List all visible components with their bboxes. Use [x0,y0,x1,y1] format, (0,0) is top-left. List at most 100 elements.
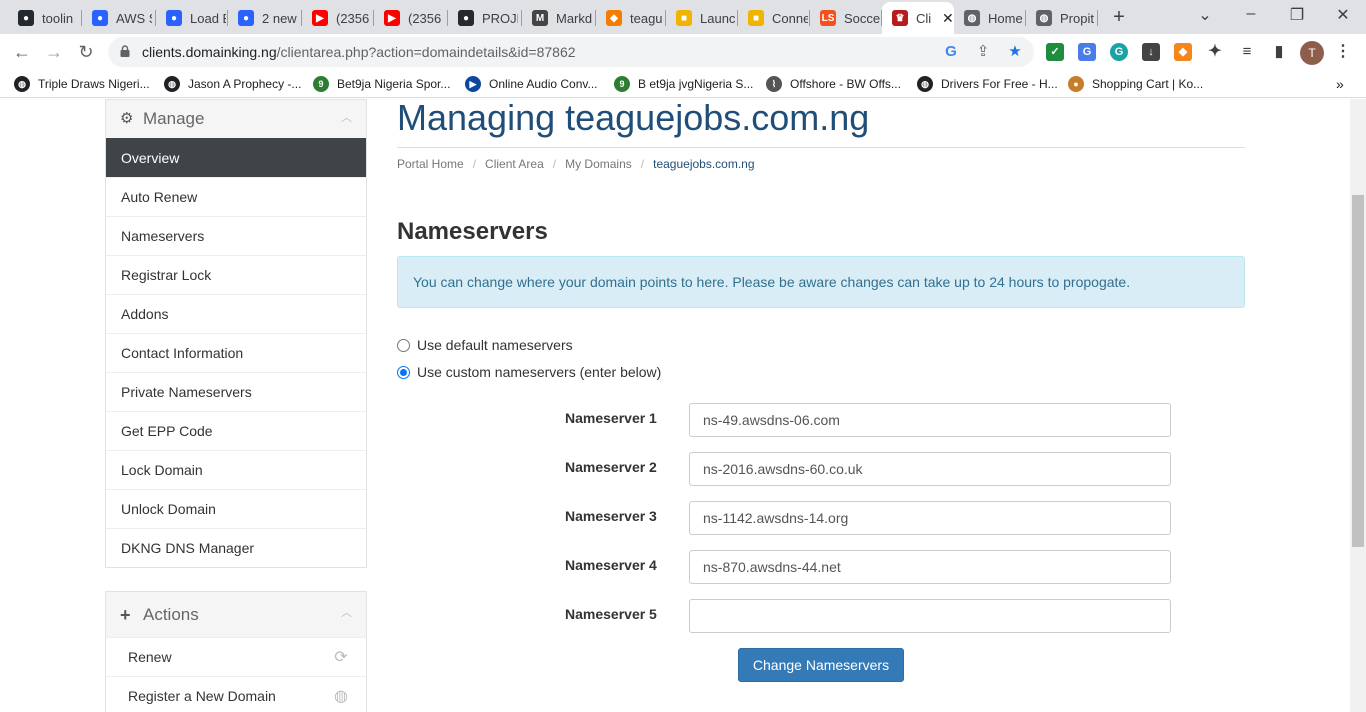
cube-icon: ◆ [606,10,622,26]
menu-kebab-icon[interactable]: ⋮ [1334,43,1352,61]
bookmark-item[interactable]: 9 B et9ja jvgNigeria S... [614,76,753,92]
lock-icon [120,45,130,57]
more-bookmarks-icon[interactable]: » [1336,76,1344,92]
sidebar-item-registrar-lock[interactable]: Registrar Lock [106,255,366,294]
share-icon[interactable]: ⇪ [974,43,992,61]
page-scrollbar[interactable] [1350,99,1366,712]
custom-nameservers-radio[interactable] [397,365,410,379]
change-nameservers-button[interactable]: Change Nameservers [738,648,904,682]
action-label: Renew [128,649,172,665]
chevron-up-icon[interactable]: ︿ [341,604,352,620]
browser-tab[interactable]: ♛ Cli ✕ [882,2,954,34]
tab-label: Propit [1060,10,1094,26]
google-translate-icon[interactable]: G [942,43,960,61]
minimize-icon[interactable]: – [1240,5,1262,23]
sidebar-item-auto-renew[interactable]: Auto Renew [106,177,366,216]
sidebar-item-lock-domain[interactable]: Lock Domain [106,450,366,489]
browser-tab[interactable]: M Markd [522,4,596,32]
custom-nameservers-option[interactable]: Use custom nameservers (enter below) [397,364,661,380]
breadcrumb-current: teaguejobs.com.ng [653,157,755,171]
browser-tab[interactable]: ◍ Home [954,4,1026,32]
ls-icon: LS [820,10,836,26]
browser-tab[interactable]: ▶ (2356 [374,4,448,32]
globe-icon: ◍ [917,76,933,92]
bookmark-label: Jason A Prophecy -... [188,77,302,91]
metamask-icon[interactable]: ◆ [1174,43,1192,61]
close-tab-icon[interactable]: ✕ [942,10,954,27]
bookmark-label: Bet9ja Nigeria Spor... [337,77,451,91]
tab-label: Markd [556,10,592,26]
action-item-register-a-new-domain[interactable]: Register a New Domain ◍ [106,676,366,712]
sidebar-item-overview[interactable]: Overview [106,138,366,177]
bookmark-item[interactable]: ▶ Online Audio Conv... [465,76,598,92]
sidebar-item-private-nameservers[interactable]: Private Nameservers [106,372,366,411]
nameserver-2-input[interactable] [689,452,1171,486]
nameserver-4-label: Nameserver 4 [565,557,657,573]
manage-panel-header[interactable]: ⚙ Manage ︿ [106,100,366,138]
back-icon[interactable]: ← [10,40,34,64]
sidebar-item-nameservers[interactable]: Nameservers [106,216,366,255]
grammar-extension-icon[interactable]: G [1110,43,1128,61]
default-nameservers-radio[interactable] [397,338,410,352]
breadcrumb-client-area[interactable]: Client Area [485,157,544,171]
side-panel-icon[interactable]: ▮ [1270,43,1288,61]
bookmark-item[interactable]: ⌇ Offshore - BW Offs... [766,76,901,92]
default-nameservers-label[interactable]: Use default nameservers [417,337,573,353]
bookmark-item[interactable]: ◍ Jason A Prophecy -... [164,76,301,92]
bookmark-item[interactable]: ◍ Triple Draws Nigeri... [14,76,150,92]
breadcrumb-portal-home[interactable]: Portal Home [397,157,464,171]
github-icon: ● [458,10,474,26]
box-icon: ■ [748,10,764,26]
new-tab-button[interactable]: + [1108,6,1130,28]
page-content: ⚙ Manage ︿ Overview Auto Renew Nameservers… [0,99,1350,712]
blog-icon: ● [166,10,182,26]
browser-tab[interactable]: ● 2 new [228,4,302,32]
title-divider [397,147,1245,148]
breadcrumb-my-domains[interactable]: My Domains [565,157,632,171]
bookmark-item[interactable]: ◍ Drivers For Free - H... [917,76,1058,92]
media-control-icon[interactable]: ≡ [1238,43,1256,61]
custom-nameservers-label[interactable]: Use custom nameservers (enter below) [417,364,661,380]
extensions-puzzle-icon[interactable]: ✦ [1206,43,1224,61]
browser-tab[interactable]: ● Load E [156,4,228,32]
restore-icon[interactable]: ❐ [1286,5,1308,25]
scrollbar-thumb[interactable] [1352,195,1364,547]
browser-tab[interactable]: ▶ (2356 [302,4,374,32]
browser-tab[interactable]: ● AWS S [82,4,156,32]
nameserver-3-input[interactable] [689,501,1171,535]
sidebar-item-addons[interactable]: Addons [106,294,366,333]
default-nameservers-option[interactable]: Use default nameservers [397,337,573,353]
browser-tab[interactable]: LS Socce [810,4,882,32]
reload-icon[interactable]: ↻ [74,40,98,64]
browser-tab[interactable]: ● toolin [8,4,82,32]
address-bar[interactable]: clients.domainking.ng/clientarea.php?act… [108,37,1034,67]
bookmark-label: Triple Draws Nigeri... [38,77,150,91]
bookmark-star-icon[interactable]: ★ [1006,43,1024,61]
bookmark-item[interactable]: 9 Bet9ja Nigeria Spor... [313,76,450,92]
download-extension-icon[interactable]: ↓ [1142,43,1160,61]
profile-avatar[interactable]: T [1300,41,1324,65]
chevron-up-icon[interactable]: ︿ [341,109,352,125]
browser-tab[interactable]: ◍ Propit [1026,4,1098,32]
actions-panel-header[interactable]: + Actions ︿ [106,592,366,637]
sidebar-item-unlock-domain[interactable]: Unlock Domain [106,489,366,528]
sidebar-item-get-epp-code[interactable]: Get EPP Code [106,411,366,450]
browser-tab[interactable]: ■ Conne [738,4,810,32]
translate-extension-icon[interactable]: G [1078,43,1096,61]
sidebar-item-dkng-dns-manager[interactable]: DKNG DNS Manager [106,528,366,567]
nameserver-5-input[interactable] [689,599,1171,633]
cart-icon: ● [1068,76,1084,92]
browser-tab[interactable]: ● PROJE [448,4,522,32]
browser-tab[interactable]: ■ Launc [666,4,738,32]
bookmark-item[interactable]: ● Shopping Cart | Ko... [1068,76,1203,92]
tab-search-icon[interactable]: ⌄ [1194,5,1216,25]
close-window-icon[interactable]: ✕ [1332,5,1354,25]
sidebar-item-contact-information[interactable]: Contact Information [106,333,366,372]
nameserver-4-input[interactable] [689,550,1171,584]
browser-tab[interactable]: ◆ teagu [596,4,666,32]
action-item-renew[interactable]: Renew ⟳ [106,637,366,676]
nameserver-1-input[interactable] [689,403,1171,437]
breadcrumb: Portal Home / Client Area / My Domains / teagu… [397,157,755,171]
forward-icon[interactable]: → [42,40,66,64]
checkmark-extension-icon[interactable]: ✓ [1046,43,1064,61]
